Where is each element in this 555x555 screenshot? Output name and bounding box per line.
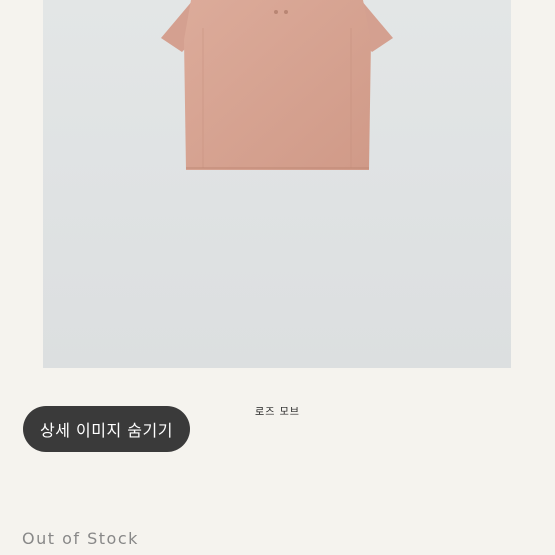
product-detail-image (43, 0, 511, 368)
blouse-illustration (161, 0, 393, 170)
stock-status: Out of Stock (22, 529, 139, 548)
hide-detail-images-button[interactable]: 상세 이미지 숨기기 (23, 406, 190, 452)
blouse-body (184, 0, 371, 170)
